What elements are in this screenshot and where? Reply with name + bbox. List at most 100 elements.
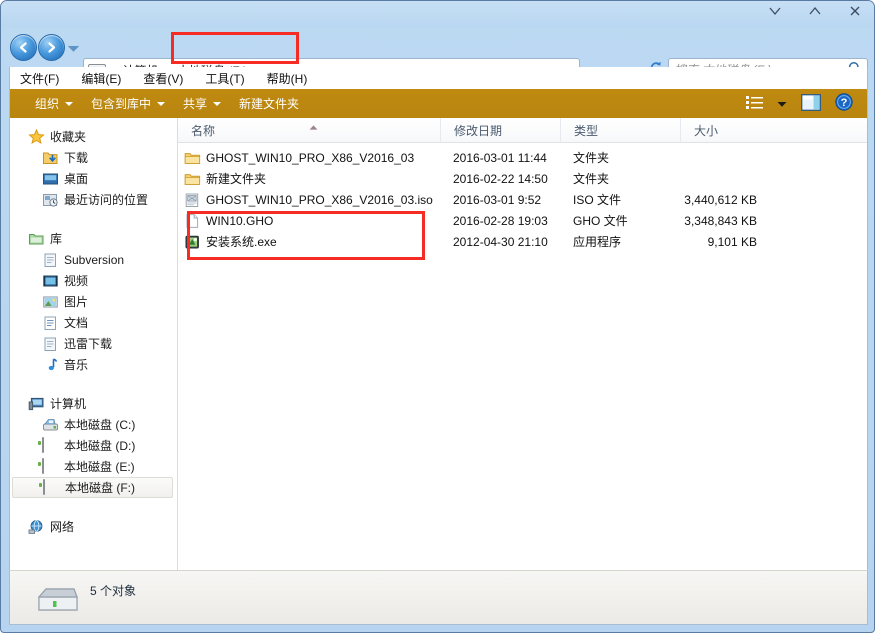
toolbar-share[interactable]: 共享 (174, 93, 230, 115)
sidebar-item-videos-label: 视频 (64, 272, 88, 289)
file-name-label: WIN10.GHO (206, 214, 273, 228)
file-name-label: GHOST_WIN10_PRO_X86_V2016_03 (206, 151, 414, 165)
column-size[interactable]: 大小 (680, 118, 759, 142)
column-type-label: 类型 (574, 122, 598, 139)
sidebar-item-subversion-label: Subversion (64, 253, 124, 267)
sidebar-item-pictures[interactable]: 图片 (10, 291, 177, 312)
toolbar-new-folder[interactable]: 新建文件夹 (230, 93, 308, 115)
table-row[interactable]: GHOST_WIN10_PRO_X86_V2016_03 2016-03-01 … (178, 147, 867, 168)
file-name-cell[interactable]: 新建文件夹 (178, 168, 440, 189)
menu-file[interactable]: 文件(F) (20, 70, 59, 87)
view-options-icon[interactable] (746, 95, 763, 113)
status-bar: 5 个对象 (9, 570, 868, 625)
file-name-cell[interactable]: WIN10.GHO (178, 210, 440, 231)
navigation-pane[interactable]: 收藏夹 下载 (10, 118, 178, 570)
window-controls (764, 3, 866, 19)
file-date-cell: 2016-03-01 9:52 (440, 189, 560, 210)
file-name-cell[interactable]: 安装系统.exe (178, 231, 440, 252)
drive-icon (42, 459, 59, 475)
sidebar-item-drive-c-label: 本地磁盘 (C:) (64, 416, 135, 433)
column-name[interactable]: 名称 (178, 118, 440, 142)
file-type-cell: 文件夹 (560, 168, 680, 189)
back-button[interactable] (10, 34, 37, 61)
folder-icon (184, 171, 201, 187)
sidebar-item-downloads[interactable]: 下载 (10, 147, 177, 168)
sidebar-item-drive-e-label: 本地磁盘 (E:) (64, 458, 135, 475)
sidebar-item-recent-places[interactable]: 最近访问的位置 (10, 189, 177, 210)
table-row[interactable]: 新建文件夹 2016-02-22 14:50 文件夹 (178, 168, 867, 189)
minimize-button[interactable] (764, 3, 786, 19)
drive-icon (42, 438, 59, 454)
toolbar-organize-label: 组织 (35, 95, 59, 112)
sidebar-item-music[interactable]: 音乐 (10, 354, 177, 375)
computer-icon (28, 396, 45, 412)
file-name-cell[interactable]: GHOST_WIN10_PRO_X86_V2016_03 (178, 147, 440, 168)
sidebar-item-desktop-label: 桌面 (64, 170, 88, 187)
sidebar-item-drive-f[interactable]: 本地磁盘 (F:) (12, 477, 173, 498)
sidebar-item-drive-c[interactable]: 本地磁盘 (C:) (10, 414, 177, 435)
file-size-cell: 3,440,612 KB (680, 189, 759, 210)
menu-view[interactable]: 查看(V) (143, 70, 183, 87)
network-icon (28, 519, 45, 535)
file-list[interactable]: 名称 修改日期 类型 大小 (178, 118, 867, 570)
file-name-cell[interactable]: GHOST_WIN10_PRO_X86_V2016_03.iso (178, 189, 440, 210)
table-row[interactable]: GHOST_WIN10_PRO_X86_V2016_03.iso 2016-03… (178, 189, 867, 210)
toolbar-organize[interactable]: 组织 (26, 93, 82, 115)
maximize-button[interactable] (804, 3, 826, 19)
sidebar-item-drive-e[interactable]: 本地磁盘 (E:) (10, 456, 177, 477)
sidebar-group-favorites-label: 收藏夹 (50, 128, 86, 145)
sidebar-item-videos[interactable]: 视频 (10, 270, 177, 291)
column-size-label: 大小 (694, 122, 718, 139)
column-date-modified[interactable]: 修改日期 (440, 118, 560, 142)
document-icon (42, 315, 59, 331)
preview-pane-icon[interactable] (801, 94, 821, 114)
file-type-cell: GHO 文件 (560, 210, 680, 231)
explorer-window: ▸ 计算机 ▸ 本地磁盘 (F:) ▸ 搜索 本地磁盘 (F:) (0, 0, 875, 633)
file-size-cell (680, 147, 759, 168)
explorer-content: 收藏夹 下载 (9, 118, 868, 570)
sidebar-group-computer-header[interactable]: 计算机 (10, 393, 177, 414)
sidebar-group-libraries-header[interactable]: 库 (10, 228, 177, 249)
sidebar-group-network: 网络 (10, 516, 177, 537)
table-row[interactable]: WIN10.GHO 2016-02-28 19:03 GHO 文件 3,348,… (178, 210, 867, 231)
sidebar-item-subversion[interactable]: Subversion (10, 249, 177, 270)
sidebar-item-thunder-downloads[interactable]: 迅雷下载 (10, 333, 177, 354)
forward-button[interactable] (38, 34, 65, 61)
column-type[interactable]: 类型 (560, 118, 680, 142)
help-icon[interactable]: ? (835, 93, 853, 114)
file-size-cell: 9,101 KB (680, 231, 759, 252)
file-date-cell: 2016-03-01 11:44 (440, 147, 560, 168)
sort-ascending-icon (309, 119, 318, 124)
sidebar-item-documents-label: 文档 (64, 314, 88, 331)
sidebar-group-favorites: 收藏夹 下载 (10, 126, 177, 210)
file-date-cell: 2016-02-28 19:03 (440, 210, 560, 231)
sidebar-group-libraries: 库 Subversion (10, 228, 177, 375)
drive-icon (34, 585, 80, 620)
video-icon (42, 273, 59, 289)
application-icon (184, 234, 201, 250)
address-bar: ▸ 计算机 ▸ 本地磁盘 (F:) ▸ 搜索 本地磁盘 (F:) (1, 27, 875, 67)
sidebar-item-music-label: 音乐 (64, 356, 88, 373)
music-icon (42, 357, 59, 373)
close-button[interactable] (844, 3, 866, 19)
menu-bar: 文件(F) 编辑(E) 查看(V) 工具(T) 帮助(H) (9, 67, 868, 89)
sidebar-group-favorites-header[interactable]: 收藏夹 (10, 126, 177, 147)
menu-edit[interactable]: 编辑(E) (81, 70, 121, 87)
toolbar-include-in-library[interactable]: 包含到库中 (82, 93, 174, 115)
menu-help[interactable]: 帮助(H) (267, 70, 308, 87)
menu-tools[interactable]: 工具(T) (205, 70, 244, 87)
column-headers: 名称 修改日期 类型 大小 (178, 118, 867, 143)
recent-places-icon (42, 192, 59, 208)
history-dropdown-icon[interactable] (67, 43, 80, 53)
sidebar-group-network-header[interactable]: 网络 (10, 516, 177, 537)
chevron-down-icon[interactable] (777, 97, 787, 111)
file-date-cell: 2012-04-30 21:10 (440, 231, 560, 252)
sidebar-item-drive-d[interactable]: 本地磁盘 (D:) (10, 435, 177, 456)
chevron-down-icon (213, 102, 221, 106)
sidebar-item-documents[interactable]: 文档 (10, 312, 177, 333)
table-row[interactable]: 安装系统.exe 2012-04-30 21:10 应用程序 9,101 KB (178, 231, 867, 252)
document-library-icon (42, 336, 59, 352)
file-name-label: 新建文件夹 (206, 170, 266, 187)
sidebar-group-computer: 计算机 本地磁盘 (C:) 本地磁盘 (D:) (10, 393, 177, 498)
sidebar-item-desktop[interactable]: 桌面 (10, 168, 177, 189)
